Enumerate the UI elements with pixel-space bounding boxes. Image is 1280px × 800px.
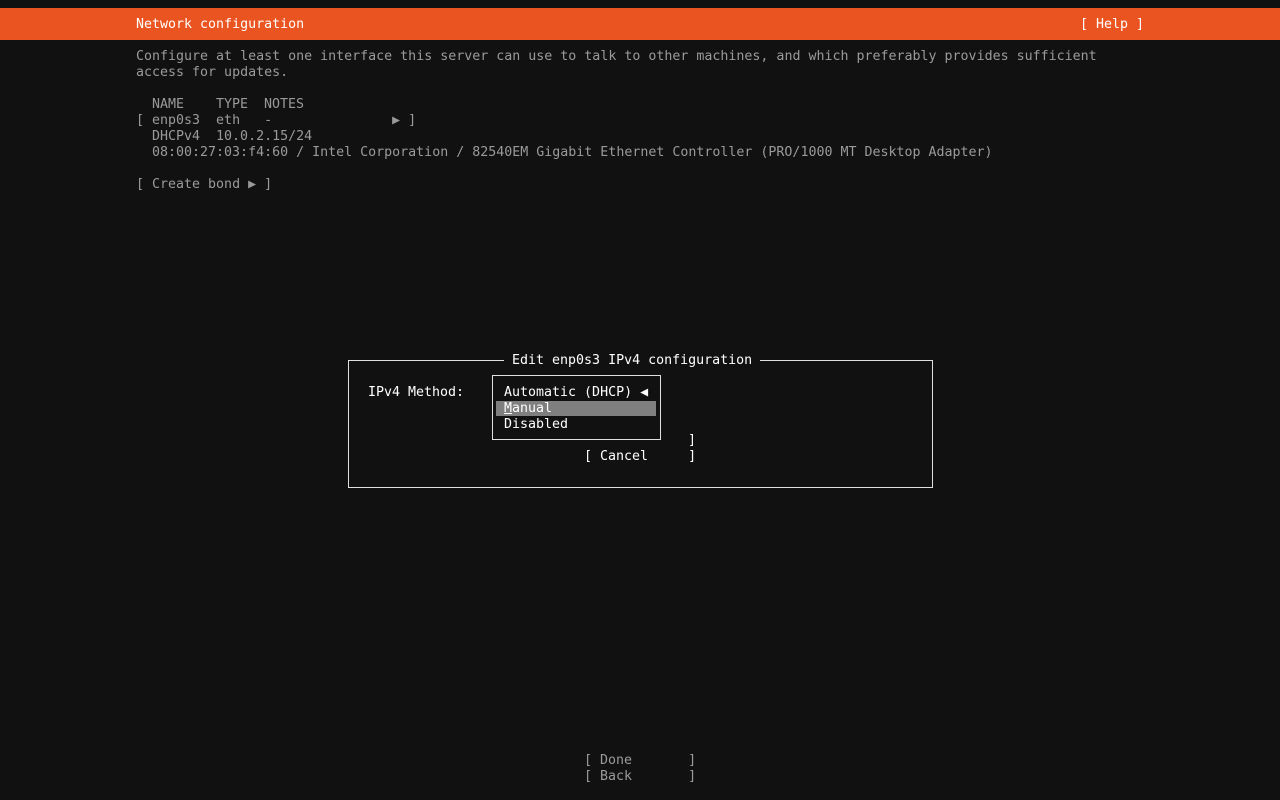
dialog-title-text: Edit enp0s3 IPv4 configuration [504,353,761,368]
interface-row-enp0s3[interactable]: [ enp0s3 eth - ▶ ] [136,113,416,129]
selected-marker-icon: ◀ [640,385,649,400]
done-button[interactable]: [ Done ] [584,753,696,769]
option-automatic-dhcp[interactable]: Automatic (DHCP) ◀ [504,385,648,401]
back-button[interactable]: [ Back ] [584,769,696,785]
intro-line-2: access for updates. [136,65,289,80]
option-label: Automatic (DHCP) [504,385,633,400]
column-header-type: TYPE [216,97,249,112]
ipv4-method-label: IPv4 Method: [368,385,465,400]
page-title: Network configuration [136,17,305,32]
dialog-title: Edit enp0s3 IPv4 configuration [504,353,761,369]
interface-hardware: 08:00:27:03:f4:60 / Intel Corporation / … [152,145,993,160]
create-bond-button[interactable]: [ Create bond ▶ ] [136,177,272,193]
intro-line-1: Configure at least one interface this se… [136,49,1097,64]
interface-address: DHCPv4 10.0.2.15/24 [152,129,313,144]
option-disabled[interactable]: Disabled [504,417,568,433]
help-button[interactable]: [ Help ] [1080,17,1144,33]
cancel-button[interactable]: [ Cancel ] [584,449,696,465]
column-header-notes: NOTES [264,97,305,112]
column-header-name: NAME [152,97,185,112]
hidden-button-bracket: ] [688,433,697,448]
option-manual[interactable]: Manual [504,401,552,417]
